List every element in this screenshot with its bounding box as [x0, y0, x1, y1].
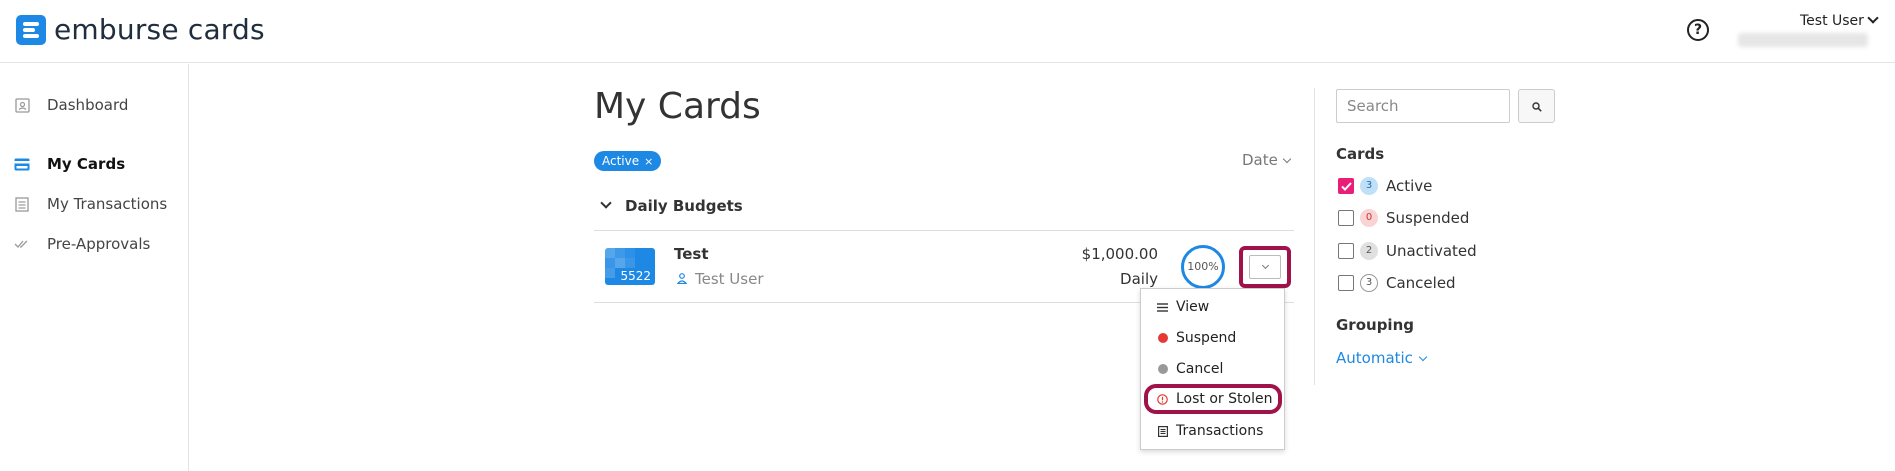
group-label: Daily Budgets — [625, 197, 743, 215]
credit-card-icon — [14, 157, 30, 171]
filter-label: Active — [1386, 177, 1433, 195]
document-icon — [1157, 425, 1168, 437]
filter-label: Suspended — [1386, 209, 1470, 227]
sort-dropdown[interactable]: Date — [1242, 151, 1292, 169]
page-title: My Cards — [594, 86, 761, 127]
logo-text: emburse cards — [54, 13, 265, 46]
filter-label: Canceled — [1386, 274, 1456, 292]
chevron-down-icon — [1418, 352, 1428, 362]
search-icon — [1531, 97, 1542, 116]
group-divider — [594, 230, 1294, 231]
filter-canceled[interactable]: 3 Canceled — [1338, 274, 1456, 292]
question-circle-icon[interactable]: ? — [1687, 19, 1709, 41]
sidebar-item-label: My Transactions — [47, 195, 168, 213]
filter-unactivated[interactable]: 2 Unactivated — [1338, 242, 1477, 260]
filter-active[interactable]: 3 Active — [1338, 177, 1432, 195]
sort-label: Date — [1242, 151, 1278, 169]
menu-item-transactions[interactable]: Transactions — [1157, 423, 1263, 439]
menu-item-label: Suspend — [1176, 330, 1237, 346]
card-actions-toggle[interactable] — [1239, 246, 1291, 288]
menu-item-suspend[interactable]: Suspend — [1157, 330, 1236, 346]
cards-filter-heading: Cards — [1336, 145, 1385, 163]
sidebar-item-dashboard[interactable]: Dashboard — [14, 96, 128, 114]
filter-suspended[interactable]: 0 Suspended — [1338, 209, 1469, 227]
card-name[interactable]: Test — [674, 245, 709, 263]
filter-chip-label: Active — [602, 154, 640, 168]
search-button[interactable] — [1518, 89, 1555, 123]
budget-progress-ring: 100% — [1181, 245, 1225, 289]
filter-label: Unactivated — [1386, 242, 1477, 260]
top-header: emburse cards ? Test User — [0, 0, 1895, 63]
alert-circle-icon — [1157, 393, 1168, 405]
checkbox[interactable] — [1338, 210, 1354, 226]
emburse-logo-icon — [16, 14, 46, 45]
count-badge: 3 — [1360, 177, 1378, 195]
user-name: Test User — [1800, 13, 1864, 29]
checkbox[interactable] — [1338, 243, 1354, 259]
menu-item-label: Cancel — [1176, 361, 1224, 377]
active-filter-chip[interactable]: Active × — [594, 151, 662, 171]
user-menu[interactable]: Test User — [1800, 12, 1879, 29]
chevron-down-icon — [600, 197, 612, 209]
double-check-icon — [14, 237, 30, 251]
receipt-icon — [14, 196, 30, 212]
panel-divider — [1314, 88, 1315, 385]
close-icon[interactable]: × — [644, 155, 653, 168]
list-icon — [1157, 302, 1168, 313]
sidebar-item-label: My Cards — [47, 155, 126, 173]
sidebar-item-my-cards[interactable]: My Cards — [14, 155, 125, 173]
grouping-heading: Grouping — [1336, 316, 1414, 334]
group-header-daily-budgets[interactable]: Daily Budgets — [600, 197, 743, 215]
menu-item-label: View — [1176, 299, 1210, 315]
chevron-down-icon — [1867, 12, 1879, 24]
user-icon — [676, 270, 688, 288]
sidebar-item-my-transactions[interactable]: My Transactions — [14, 195, 167, 213]
card-actions-menu: View Suspend Cancel Lost or Stolen Trans… — [1140, 288, 1285, 450]
sidebar: Dashboard My Cards My Transactions Pre-A… — [0, 64, 189, 471]
checkbox-checked[interactable] — [1338, 178, 1354, 194]
search-input[interactable] — [1336, 89, 1510, 123]
card-amount: $1,000.00 — [1081, 245, 1158, 263]
chevron-down-icon — [1261, 261, 1270, 270]
sidebar-item-label: Dashboard — [47, 96, 129, 114]
card-thumbnail[interactable]: 5522 — [605, 248, 655, 285]
grouping-value: Automatic — [1336, 349, 1413, 367]
count-badge: 0 — [1360, 209, 1378, 227]
menu-item-label: Transactions — [1176, 423, 1264, 439]
card-period: Daily — [1120, 270, 1158, 288]
menu-item-lost-or-stolen[interactable]: Lost or Stolen — [1144, 384, 1282, 414]
count-badge: 2 — [1360, 242, 1378, 260]
card-holder-name: Test User — [695, 270, 764, 288]
gray-dot-icon — [1157, 364, 1168, 375]
card-actions-button[interactable] — [1249, 255, 1281, 279]
chevron-down-icon — [1282, 154, 1292, 164]
menu-item-view[interactable]: View — [1157, 299, 1209, 315]
red-dot-icon — [1157, 333, 1168, 344]
sidebar-item-label: Pre-Approvals — [47, 235, 151, 253]
grouping-dropdown[interactable]: Automatic — [1336, 349, 1428, 367]
menu-item-cancel[interactable]: Cancel — [1157, 361, 1223, 377]
user-email-redacted — [1738, 33, 1868, 47]
dashboard-icon — [14, 97, 30, 113]
emburse-logo[interactable]: emburse cards — [16, 13, 265, 46]
card-holder: Test User — [676, 270, 764, 288]
card-last4: 5522 — [620, 269, 651, 283]
sidebar-item-pre-approvals[interactable]: Pre-Approvals — [14, 235, 150, 253]
menu-item-label: Lost or Stolen — [1176, 391, 1273, 407]
count-badge: 3 — [1360, 274, 1378, 292]
checkbox[interactable] — [1338, 275, 1354, 291]
